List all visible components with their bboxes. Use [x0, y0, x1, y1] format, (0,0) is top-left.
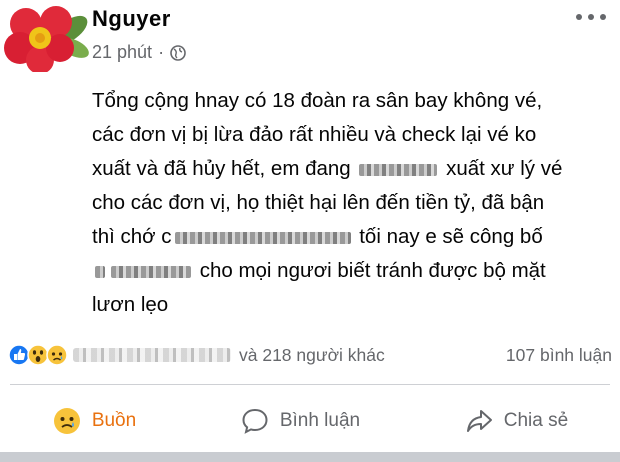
react-button[interactable]: Buồn [38, 402, 150, 440]
bottom-separator [0, 452, 620, 462]
redacted-text [111, 265, 191, 278]
post-line-5: thì chớ c tối nay e sẽ công bố [92, 225, 543, 248]
author-name[interactable]: Nguyer [92, 6, 171, 32]
post-line-3: xuất và đã hủy hết, em đang xuất xư lý v… [92, 157, 563, 180]
redacted-text [95, 265, 105, 278]
share-button[interactable]: Chia sẻ [450, 402, 582, 440]
post-line-4: cho các đơn vị, họ thiệt hại lên đến tiề… [92, 191, 545, 214]
post-content: Tổng cộng hnay có 18 đoàn ra sân bay khô… [92, 84, 612, 322]
sad-emoji-icon [53, 408, 80, 434]
divider [10, 384, 610, 385]
post-meta: 21 phút · [92, 42, 186, 63]
meta-separator: · [158, 42, 165, 62]
comment-button[interactable]: Bình luận [226, 402, 374, 440]
globe-icon [170, 44, 186, 61]
reaction-others: và 218 người khác [239, 344, 385, 365]
comment-label: Bình luận [279, 410, 361, 431]
author-name-text: Nguyer [92, 6, 171, 31]
react-label: Buồn [91, 410, 137, 431]
sad-reaction-icon [46, 344, 68, 366]
reaction-icons [8, 344, 68, 366]
post-line-7: lươn lẹo [92, 293, 169, 316]
post-line-1: Tổng cộng hnay có 18 đoàn ra sân bay khô… [92, 89, 543, 112]
comment-icon [242, 408, 268, 434]
post-line-6: cho mọi ngươi biết tránh được bộ mặt [92, 254, 612, 288]
avatar[interactable] [4, 2, 92, 74]
more-options-button[interactable] [576, 10, 606, 24]
redacted-text [174, 231, 351, 244]
redacted-text [359, 163, 438, 176]
comment-count[interactable]: 107 bình luận [506, 345, 612, 366]
post-time[interactable]: 21 phút [92, 42, 152, 63]
share-icon [466, 410, 492, 432]
action-bar: Buồn Bình luận Chia sẻ [0, 398, 620, 444]
post-line-2: các đơn vị bị lừa đảo rất nhiều và check… [92, 123, 537, 146]
blurred-reactor-name [73, 348, 231, 362]
more-options-icon [576, 14, 582, 20]
reaction-summary[interactable]: và 218 người khác 107 bình luận [8, 340, 612, 370]
facebook-post: Nguyer 21 phút · Tổng cộng hnay có 18 đo… [0, 0, 620, 462]
share-label: Chia sẻ [503, 410, 569, 431]
flower-avatar-icon [4, 6, 89, 74]
